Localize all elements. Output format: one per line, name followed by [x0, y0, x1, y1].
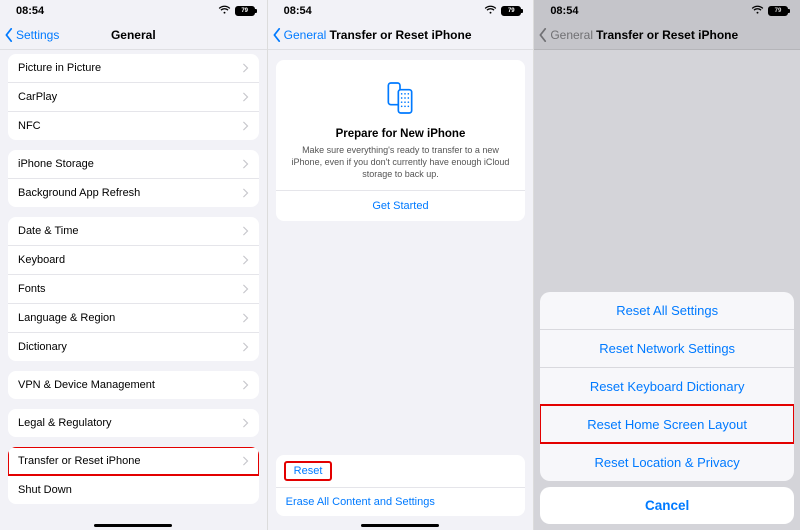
chevron-right-icon: [243, 63, 249, 73]
group-storage: iPhone Storage Background App Refresh: [8, 150, 259, 207]
page-title: Transfer or Reset iPhone: [329, 28, 471, 42]
group-reset: Transfer or Reset iPhone Shut Down: [8, 447, 259, 504]
phones-icon: [380, 78, 420, 118]
screen-general: 08:54 79 Settings General Picture in Pic…: [0, 0, 267, 530]
row-shut-down[interactable]: Shut Down: [8, 475, 259, 504]
status-bar: 08:54 79: [268, 0, 534, 20]
status-time: 08:54: [16, 5, 44, 17]
chevron-right-icon: [243, 255, 249, 265]
back-label: General: [284, 28, 327, 42]
back-button[interactable]: Settings: [4, 28, 59, 42]
screen-transfer-reset: 08:54 79 General Transfer or Reset iPhon…: [267, 0, 534, 530]
wifi-icon: [218, 5, 231, 18]
bottom-actions: Reset Erase All Content and Settings: [276, 455, 526, 516]
row-date-time[interactable]: Date & Time: [8, 217, 259, 245]
battery-icon: 79: [501, 6, 521, 16]
battery-icon: 79: [235, 6, 255, 16]
row-carplay[interactable]: CarPlay: [8, 82, 259, 111]
settings-scroll[interactable]: Picture in Picture CarPlay NFC iPhone St…: [0, 50, 267, 530]
row-erase-all[interactable]: Erase All Content and Settings: [276, 487, 526, 516]
chevron-right-icon: [243, 418, 249, 428]
status-bar: 08:54 79: [0, 0, 267, 20]
card-body: Make sure everything's ready to transfer…: [290, 144, 512, 180]
back-button[interactable]: General: [272, 28, 327, 42]
wifi-icon: [484, 5, 497, 18]
row-fonts[interactable]: Fonts: [8, 274, 259, 303]
group-vpn: VPN & Device Management: [8, 371, 259, 399]
chevron-right-icon: [243, 456, 249, 466]
chevron-right-icon: [243, 121, 249, 131]
action-sheet-cancel[interactable]: Cancel: [540, 487, 794, 524]
chevron-right-icon: [243, 159, 249, 169]
option-reset-network[interactable]: Reset Network Settings: [540, 329, 794, 367]
chevron-right-icon: [243, 92, 249, 102]
chevron-right-icon: [243, 226, 249, 236]
row-iphone-storage[interactable]: iPhone Storage: [8, 150, 259, 178]
action-sheet-options: Reset All Settings Reset Network Setting…: [540, 292, 794, 481]
card-title: Prepare for New iPhone: [290, 128, 512, 140]
option-reset-home-screen[interactable]: Reset Home Screen Layout: [540, 405, 794, 443]
option-reset-keyboard-dict[interactable]: Reset Keyboard Dictionary: [540, 367, 794, 405]
row-picture-in-picture[interactable]: Picture in Picture: [8, 54, 259, 82]
row-bg-app-refresh[interactable]: Background App Refresh: [8, 178, 259, 207]
group-legal: Legal & Regulatory: [8, 409, 259, 437]
group-media: Picture in Picture CarPlay NFC: [8, 54, 259, 140]
screen-reset-actionsheet: 08:54 79 General Transfer or Reset iPhon…: [533, 0, 800, 530]
chevron-right-icon: [243, 284, 249, 294]
home-indicator[interactable]: [361, 524, 439, 528]
back-label: Settings: [16, 28, 59, 42]
option-reset-location-privacy[interactable]: Reset Location & Privacy: [540, 443, 794, 481]
row-dictionary[interactable]: Dictionary: [8, 332, 259, 361]
home-indicator[interactable]: [94, 524, 172, 528]
chevron-right-icon: [243, 342, 249, 352]
row-nfc[interactable]: NFC: [8, 111, 259, 140]
status-right: 79: [484, 5, 521, 18]
navbar: General Transfer or Reset iPhone: [268, 20, 534, 50]
row-vpn-device-mgmt[interactable]: VPN & Device Management: [8, 371, 259, 399]
row-keyboard[interactable]: Keyboard: [8, 245, 259, 274]
status-time: 08:54: [284, 5, 312, 17]
page-title: General: [111, 28, 156, 42]
chevron-right-icon: [243, 380, 249, 390]
row-language-region[interactable]: Language & Region: [8, 303, 259, 332]
prepare-card: Prepare for New iPhone Make sure everyth…: [276, 60, 526, 221]
option-reset-all-settings[interactable]: Reset All Settings: [540, 292, 794, 329]
chevron-right-icon: [243, 313, 249, 323]
chevron-right-icon: [243, 188, 249, 198]
row-reset[interactable]: Reset: [276, 455, 526, 487]
get-started-button[interactable]: Get Started: [276, 190, 526, 221]
action-sheet: Reset All Settings Reset Network Setting…: [540, 292, 794, 524]
group-locale: Date & Time Keyboard Fonts Language & Re…: [8, 217, 259, 361]
navbar: Settings General: [0, 20, 267, 50]
status-right: 79: [218, 5, 255, 18]
row-legal[interactable]: Legal & Regulatory: [8, 409, 259, 437]
row-transfer-reset[interactable]: Transfer or Reset iPhone: [8, 447, 259, 475]
